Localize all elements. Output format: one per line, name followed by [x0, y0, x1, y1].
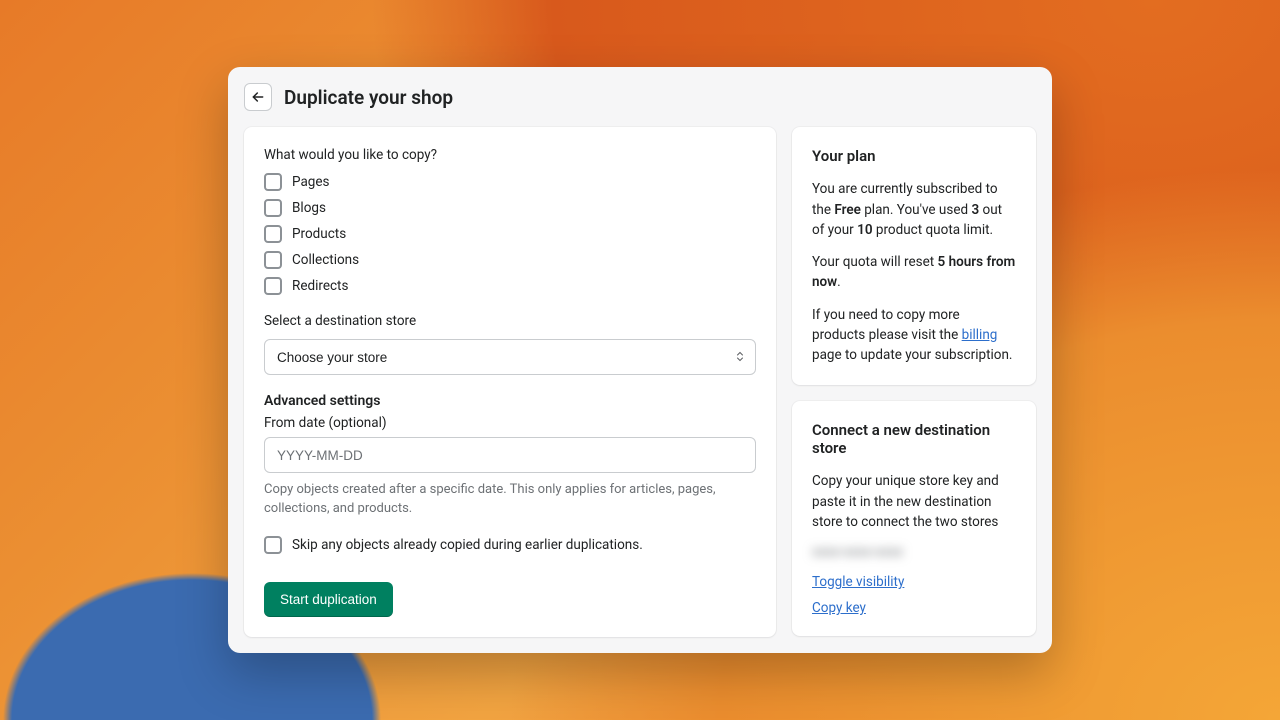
plan-title: Your plan	[812, 147, 1016, 165]
checkbox-label: Pages	[292, 174, 330, 190]
plan-upgrade-note: If you need to copy more products please…	[812, 305, 1016, 366]
connect-store-card: Connect a new destination store Copy you…	[792, 401, 1036, 636]
toggle-visibility-link[interactable]: Toggle visibility	[812, 574, 1016, 590]
option-blogs[interactable]: Blogs	[264, 199, 756, 217]
billing-link[interactable]: billing	[962, 327, 998, 343]
from-date-label: From date (optional)	[264, 415, 756, 431]
plan-reset: Your quota will reset 5 hours from now.	[812, 252, 1016, 293]
option-products[interactable]: Products	[264, 225, 756, 243]
page-title: Duplicate your shop	[284, 86, 453, 109]
checkbox-pages[interactable]	[264, 173, 282, 191]
checkbox-redirects[interactable]	[264, 277, 282, 295]
checkbox-label: Blogs	[292, 200, 326, 216]
copy-question-label: What would you like to copy?	[264, 147, 756, 163]
checkbox-label: Redirects	[292, 278, 348, 294]
from-date-input[interactable]	[264, 437, 756, 473]
plan-card: Your plan You are currently subscribed t…	[792, 127, 1036, 385]
option-collections[interactable]: Collections	[264, 251, 756, 269]
connect-actions: Toggle visibility Copy key	[812, 574, 1016, 616]
start-duplication-button[interactable]: Start duplication	[264, 582, 393, 617]
main-form-card: What would you like to copy? Pages Blogs…	[244, 127, 776, 636]
destination-select-wrap: Choose your store	[264, 339, 756, 375]
modal-header: Duplicate your shop	[244, 83, 1036, 127]
destination-select[interactable]: Choose your store	[264, 339, 756, 375]
back-button[interactable]	[244, 83, 272, 111]
arrow-left-icon	[250, 89, 266, 105]
checkbox-skip[interactable]	[264, 536, 282, 554]
checkbox-label: Products	[292, 226, 346, 242]
store-key-masked: xxxx-xxxx-xxxx	[812, 544, 1016, 560]
advanced-settings-heading: Advanced settings	[264, 393, 756, 409]
option-skip-duplicates[interactable]: Skip any objects already copied during e…	[264, 536, 756, 554]
destination-label: Select a destination store	[264, 313, 756, 329]
checkbox-label: Skip any objects already copied during e…	[292, 537, 643, 553]
duplicate-shop-modal: Duplicate your shop What would you like …	[228, 67, 1052, 652]
option-redirects[interactable]: Redirects	[264, 277, 756, 295]
checkbox-collections[interactable]	[264, 251, 282, 269]
option-pages[interactable]: Pages	[264, 173, 756, 191]
checkbox-label: Collections	[292, 252, 359, 268]
connect-title: Connect a new destination store	[812, 421, 1016, 457]
modal-content: What would you like to copy? Pages Blogs…	[244, 127, 1036, 636]
copy-key-link[interactable]: Copy key	[812, 600, 1016, 616]
checkbox-products[interactable]	[264, 225, 282, 243]
plan-summary: You are currently subscribed to the Free…	[812, 179, 1016, 240]
checkbox-blogs[interactable]	[264, 199, 282, 217]
from-date-help: Copy objects created after a specific da…	[264, 481, 756, 517]
sidebar: Your plan You are currently subscribed t…	[792, 127, 1036, 636]
connect-desc: Copy your unique store key and paste it …	[812, 471, 1016, 532]
